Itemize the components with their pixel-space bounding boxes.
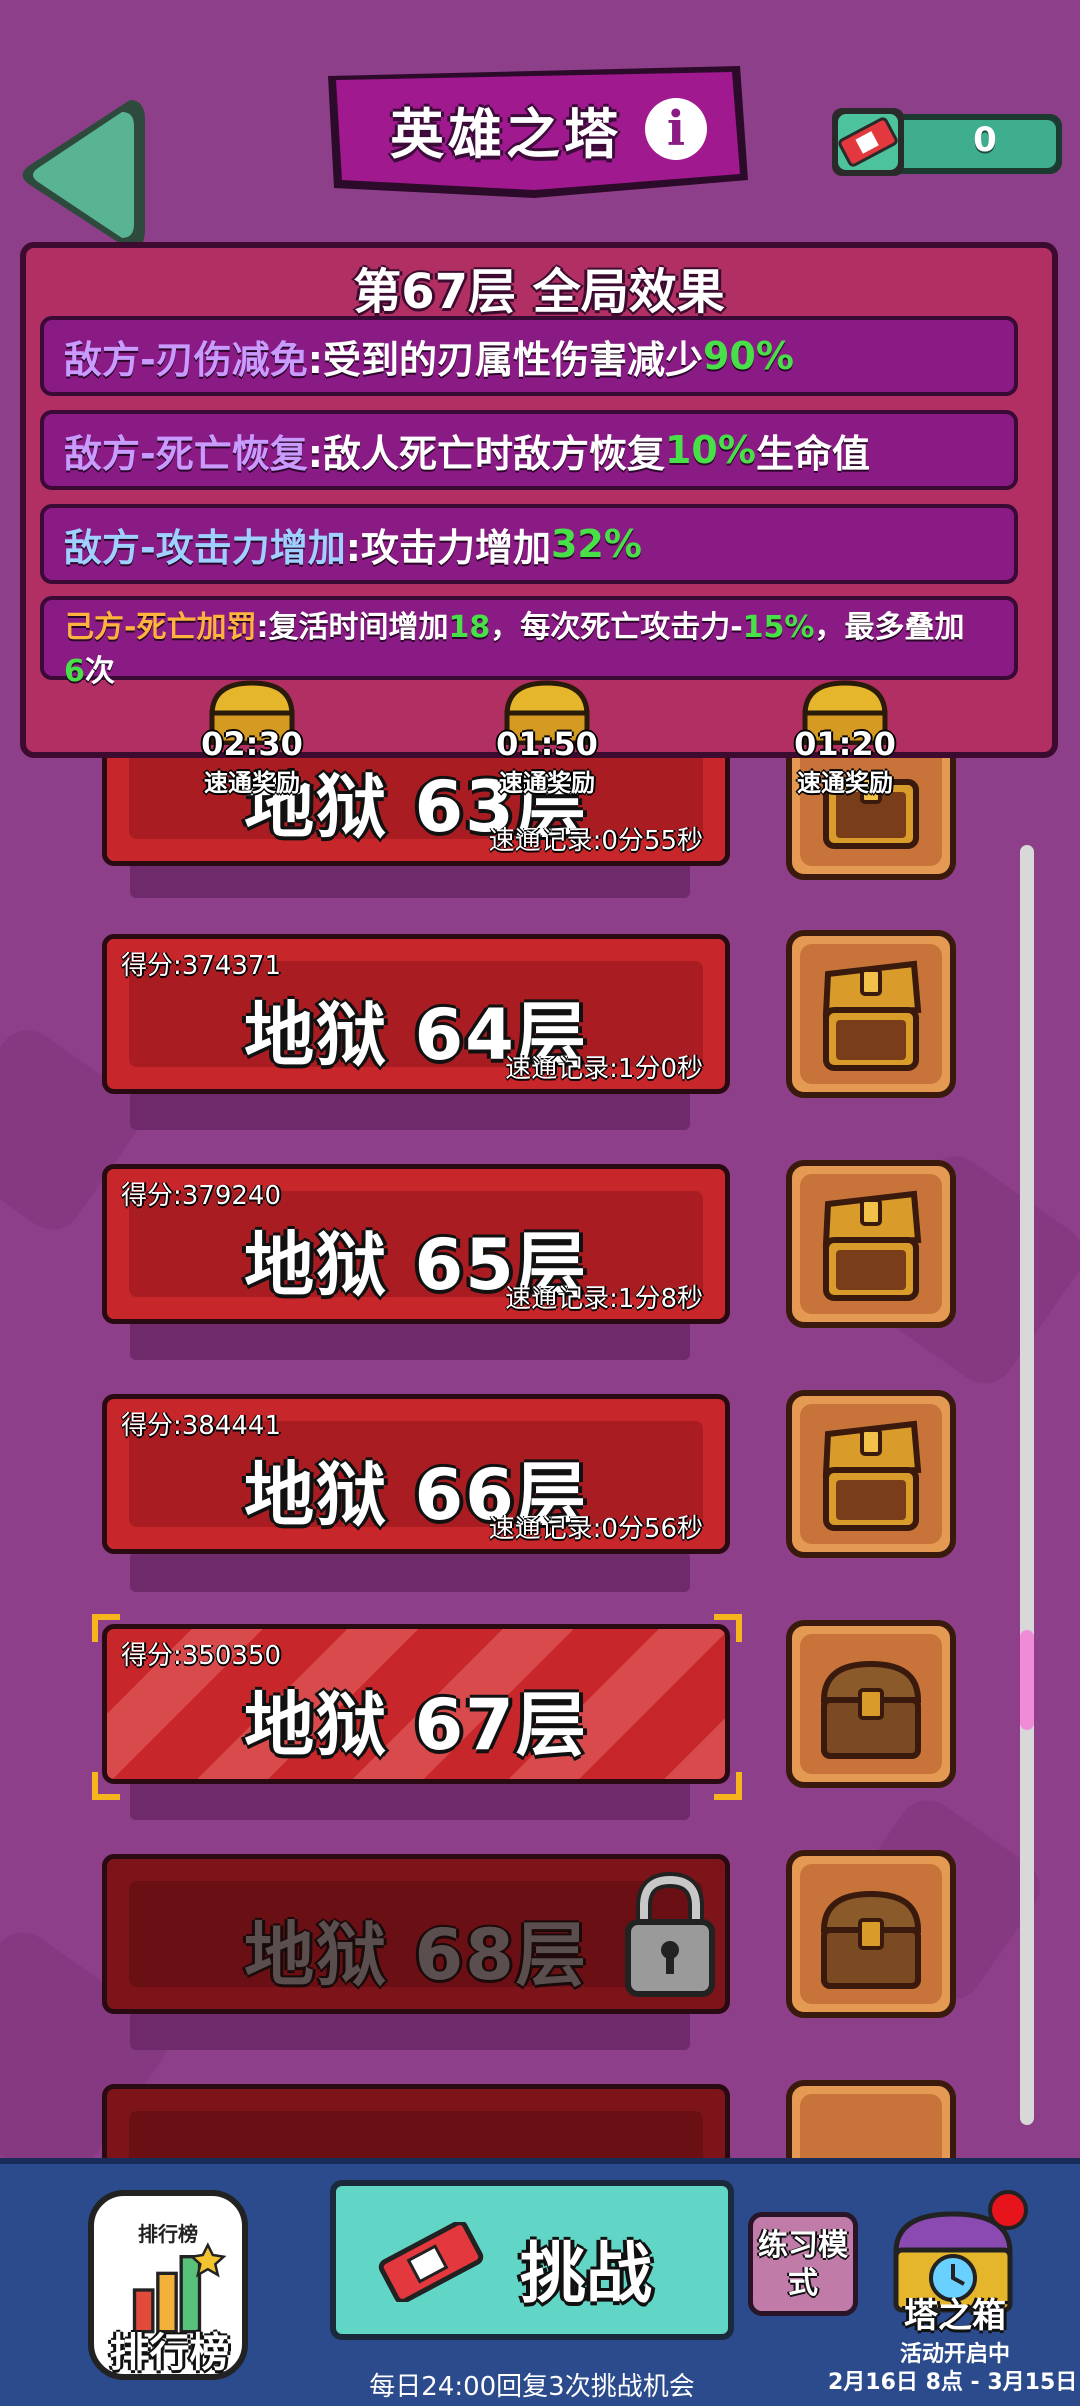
- info-icon[interactable]: i: [645, 98, 707, 160]
- leaderboard-label: 排行榜: [109, 2330, 230, 2376]
- effect-row-attack-increase: 敌方-攻击力增加 :攻击力增加 32%: [40, 504, 1018, 584]
- floor-score: 得分:374371: [121, 951, 282, 981]
- daily-refresh-text: 每日24:00回复3次挑战机会: [369, 2372, 695, 2402]
- challenge-label: 挑战: [520, 2235, 652, 2312]
- effect-text: :受到的刃属性伤害减少: [307, 337, 703, 382]
- effect-text: :复活时间增加: [256, 610, 449, 645]
- closed-chest-icon: [820, 1890, 922, 1989]
- floor-record: 速通记录:1分0秒: [505, 1054, 703, 1084]
- floor-65-chest[interactable]: [786, 1160, 956, 1328]
- reward-time: 02:30: [201, 725, 303, 763]
- lock-icon: [625, 1871, 715, 1997]
- scrollbar-thumb[interactable]: [1020, 1630, 1034, 1730]
- practice-mode-button[interactable]: 练习模式: [748, 2212, 858, 2316]
- floor-shadow: [130, 1552, 690, 1592]
- floor-68-chest[interactable]: [786, 1850, 956, 2018]
- effect-value: 6: [64, 654, 85, 689]
- floor-card-64[interactable]: 得分:374371 地狱 64层 速通记录:1分0秒: [102, 934, 730, 1094]
- effect-text: ，最多叠加: [814, 610, 965, 645]
- effect-text: :敌人死亡时敌方恢复: [307, 431, 665, 476]
- reward-time: 01:20: [794, 725, 896, 763]
- floor-name: 地狱 67层: [244, 1684, 588, 1766]
- effect-value: 90%: [702, 334, 794, 378]
- selection-corner: [714, 1772, 742, 1800]
- reward-label: 速通奖励: [499, 769, 595, 797]
- effect-label: 敌方-攻击力增加: [64, 525, 346, 570]
- effect-label: 敌方-刃伤减免: [64, 337, 308, 382]
- effect-text: :攻击力增加: [345, 525, 551, 570]
- reward-time: 01:50: [496, 725, 598, 763]
- floor-record: 速通记录:0分55秒: [488, 826, 703, 856]
- speed-reward-2[interactable]: 01:50 速通奖励: [482, 675, 612, 798]
- effect-suffix: 生命值: [755, 431, 870, 476]
- floor-67-chest[interactable]: [786, 1620, 956, 1788]
- open-chest-icon: [822, 1190, 922, 1301]
- floor-shadow: [130, 1320, 690, 1360]
- selection-corner: [714, 1614, 742, 1642]
- effect-value: 18: [448, 610, 491, 645]
- effect-text: ，每次死亡攻击力-: [490, 610, 743, 645]
- floor-record: 速通记录:1分8秒: [505, 1284, 703, 1314]
- effect-value: 32%: [550, 522, 642, 566]
- floor-66-chest[interactable]: [786, 1390, 956, 1558]
- selection-corner: [92, 1772, 120, 1800]
- floor-record: 速通记录:0分56秒: [488, 1514, 703, 1544]
- effect-row-death-recovery: 敌方-死亡恢复 :敌人死亡时敌方恢复 10% 生命值: [40, 410, 1018, 490]
- closed-chest-icon: [820, 1660, 922, 1759]
- reward-label: 速通奖励: [797, 769, 893, 797]
- ticket-icon: [378, 2222, 484, 2302]
- scrollbar-track[interactable]: [1020, 845, 1034, 2125]
- open-chest-icon: [822, 1420, 922, 1531]
- speed-reward-3[interactable]: 01:20 速通奖励: [780, 675, 910, 798]
- notification-dot: [988, 2190, 1028, 2230]
- effect-value: 10%: [664, 428, 756, 472]
- selection-corner: [92, 1614, 120, 1642]
- effect-value: 15%: [742, 610, 815, 645]
- floor-card-67[interactable]: 得分:350350 地狱 67层: [102, 1624, 730, 1784]
- tower-chest-label: 塔之箱: [904, 2296, 1006, 2336]
- back-arrow-icon[interactable]: [10, 90, 145, 260]
- reward-label: 速通奖励: [204, 769, 300, 797]
- ticket-count: 0: [973, 120, 997, 160]
- event-date: 2月16日 8点 - 3月15日 0点: [828, 2370, 1080, 2395]
- effect-label: 己方-死亡加罚: [64, 610, 257, 645]
- floor-score: 得分:379240: [121, 1181, 282, 1211]
- open-chest-icon: [822, 960, 922, 1071]
- floor-score: 得分:350350: [121, 1641, 282, 1671]
- floor-64-chest[interactable]: [786, 930, 956, 1098]
- floor-score: 得分:384441: [121, 1411, 282, 1441]
- floor-shadow: [130, 1090, 690, 1130]
- effect-row-death-penalty: 己方-死亡加罚:复活时间增加18，每次死亡攻击力-15%，最多叠加 6次: [40, 596, 1018, 689]
- floor-card-66[interactable]: 得分:384441 地狱 66层 速通记录:0分56秒: [102, 1394, 730, 1554]
- floor-card-65[interactable]: 得分:379240 地狱 65层 速通记录:1分8秒: [102, 1164, 730, 1324]
- floor-shadow: [130, 1780, 690, 1820]
- effect-row-blade-reduction: 敌方-刃伤减免 :受到的刃属性伤害减少 90%: [40, 316, 1018, 396]
- effects-title: 第67层 全局效果: [353, 264, 725, 320]
- page-title: 英雄之塔: [390, 103, 622, 166]
- effect-label: 敌方-死亡恢复: [64, 431, 308, 476]
- floor-shadow: [130, 2010, 690, 2050]
- speed-reward-1[interactable]: 02:30 速通奖励: [187, 675, 317, 798]
- effect-text: 次: [84, 654, 115, 689]
